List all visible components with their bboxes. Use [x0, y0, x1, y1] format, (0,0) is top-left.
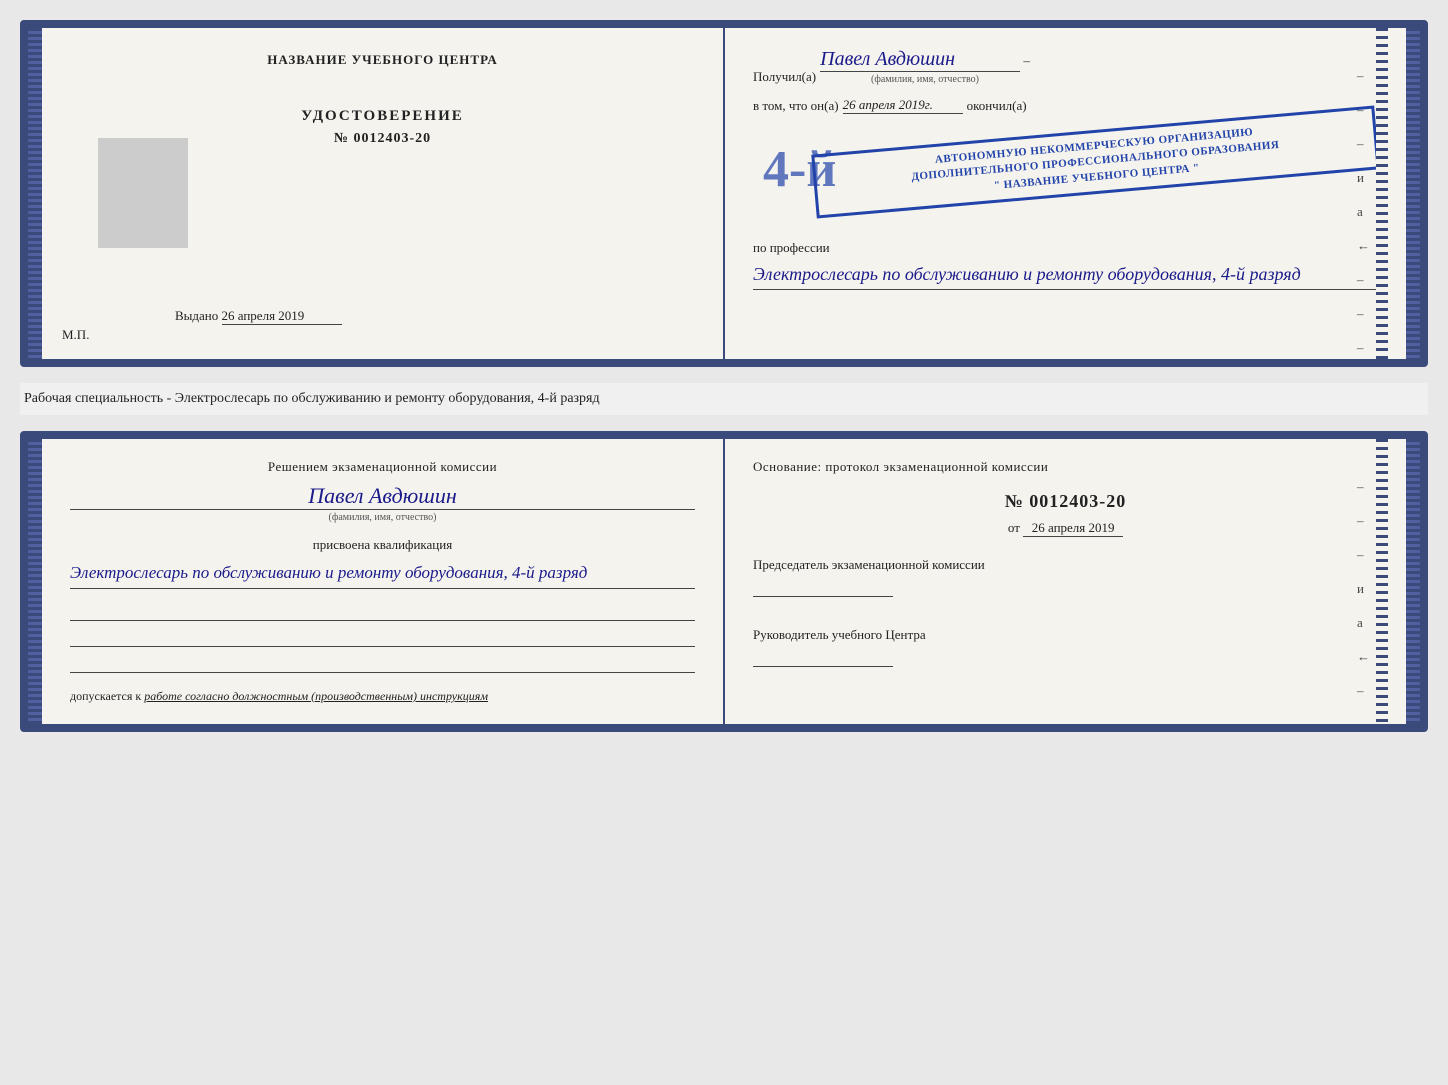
head-label: Руководитель учебного Центра [753, 627, 1378, 667]
mp-label: М.П. [62, 327, 89, 343]
top-right-page: Получил(а) Павел Авдюшин – (фамилия, имя… [725, 28, 1406, 359]
sig-line-2 [70, 627, 695, 647]
protocol-number: № 0012403-20 [753, 491, 1378, 512]
signature-lines [70, 601, 695, 673]
vtom-prefix: в том, что он(а) [753, 98, 839, 114]
recipient-subtitle: (фамилия, имя, отчество) [820, 74, 1030, 85]
issued-date: 26 апреля 2019 [222, 308, 342, 325]
recipient-line: Получил(а) Павел Авдюшин – (фамилия, имя… [753, 48, 1378, 85]
ot-date: 26 апреля 2019 [1023, 520, 1123, 537]
decision-heading: Решением экзаменационной комиссии [70, 459, 695, 475]
between-text: Рабочая специальность - Электрослесарь п… [20, 383, 1428, 415]
chairman-label: Председатель экзаменационной комиссии [753, 557, 1378, 597]
vtom-date: 26 апреля 2019г. [843, 97, 963, 114]
profession-value: Электрослесарь по обслуживанию и ремонту… [753, 260, 1378, 290]
bottom-booklet: Решением экзаменационной комиссии Павел … [20, 431, 1428, 732]
bottom-booklet-right-strip [1406, 439, 1420, 724]
bottom-right-page: Основание: протокол экзаменационной коми… [725, 439, 1406, 724]
chairman-label-text: Председатель экзаменационной комиссии [753, 557, 985, 572]
sig-line-1 [70, 601, 695, 621]
right-dashes: – – – и а ← – – – – [1357, 68, 1370, 367]
fio-subtitle-bottom: (фамилия, имя, отчество) [70, 512, 695, 523]
top-booklet-spine [28, 28, 42, 359]
top-booklet: НАЗВАНИЕ УЧЕБНОГО ЦЕНТРА УДОСТОВЕРЕНИЕ №… [20, 20, 1428, 367]
ot-prefix: от [1008, 520, 1020, 535]
osnov-label: Основание: протокол экзаменационной коми… [753, 459, 1378, 475]
ot-line: от 26 апреля 2019 [753, 520, 1378, 537]
org-stamp: АВТОНОМНУЮ НЕКОММЕРЧЕСКУЮ ОРГАНИЗАЦИЮ ДО… [811, 106, 1379, 219]
head-label-text: Руководитель учебного Центра [753, 627, 926, 642]
photo-placeholder [98, 138, 188, 248]
sig-line-3 [70, 653, 695, 673]
допускается-value: работе согласно должностным (производств… [144, 689, 488, 703]
stamp-area: 4-й АВТОНОМНУЮ НЕКОММЕРЧЕСКУЮ ОРГАНИЗАЦИ… [753, 120, 1378, 230]
top-booklet-right-strip [1406, 28, 1420, 359]
допускается-line: допускается к работе согласно должностны… [70, 689, 695, 704]
head-sig-line [753, 647, 893, 667]
qualification-label: присвоена квалификация [70, 537, 695, 553]
cert-title: УДОСТОВЕРЕНИЕ [70, 108, 695, 125]
bottom-booklet-left-strip [28, 439, 42, 724]
profession-label: по профессии [753, 240, 1378, 256]
bottom-right-dashes: – – – и а ← – – – – [1357, 479, 1370, 732]
issued-label: Выдано [175, 308, 218, 323]
top-left-page: НАЗВАНИЕ УЧЕБНОГО ЦЕНТРА УДОСТОВЕРЕНИЕ №… [42, 28, 725, 359]
issued-line: Выдано 26 апреля 2019 [175, 308, 695, 325]
page-wrapper: НАЗВАНИЕ УЧЕБНОГО ЦЕНТРА УДОСТОВЕРЕНИЕ №… [20, 20, 1428, 732]
top-left-title: НАЗВАНИЕ УЧЕБНОГО ЦЕНТРА [70, 52, 695, 68]
qualification-value: Электрослесарь по обслуживанию и ремонту… [70, 559, 695, 589]
bottom-left-page: Решением экзаменационной комиссии Павел … [42, 439, 725, 724]
person-name-bottom: Павел Авдюшин [70, 483, 695, 510]
vtom-line: в том, что он(а) 26 апреля 2019г. окончи… [753, 97, 1378, 114]
recipient-prefix: Получил(а) [753, 69, 816, 85]
okoncil: окончил(а) [967, 98, 1027, 114]
chairman-sig-line [753, 577, 893, 597]
допускается-label: допускается к [70, 689, 141, 703]
recipient-name: Павел Авдюшин [820, 48, 1020, 72]
